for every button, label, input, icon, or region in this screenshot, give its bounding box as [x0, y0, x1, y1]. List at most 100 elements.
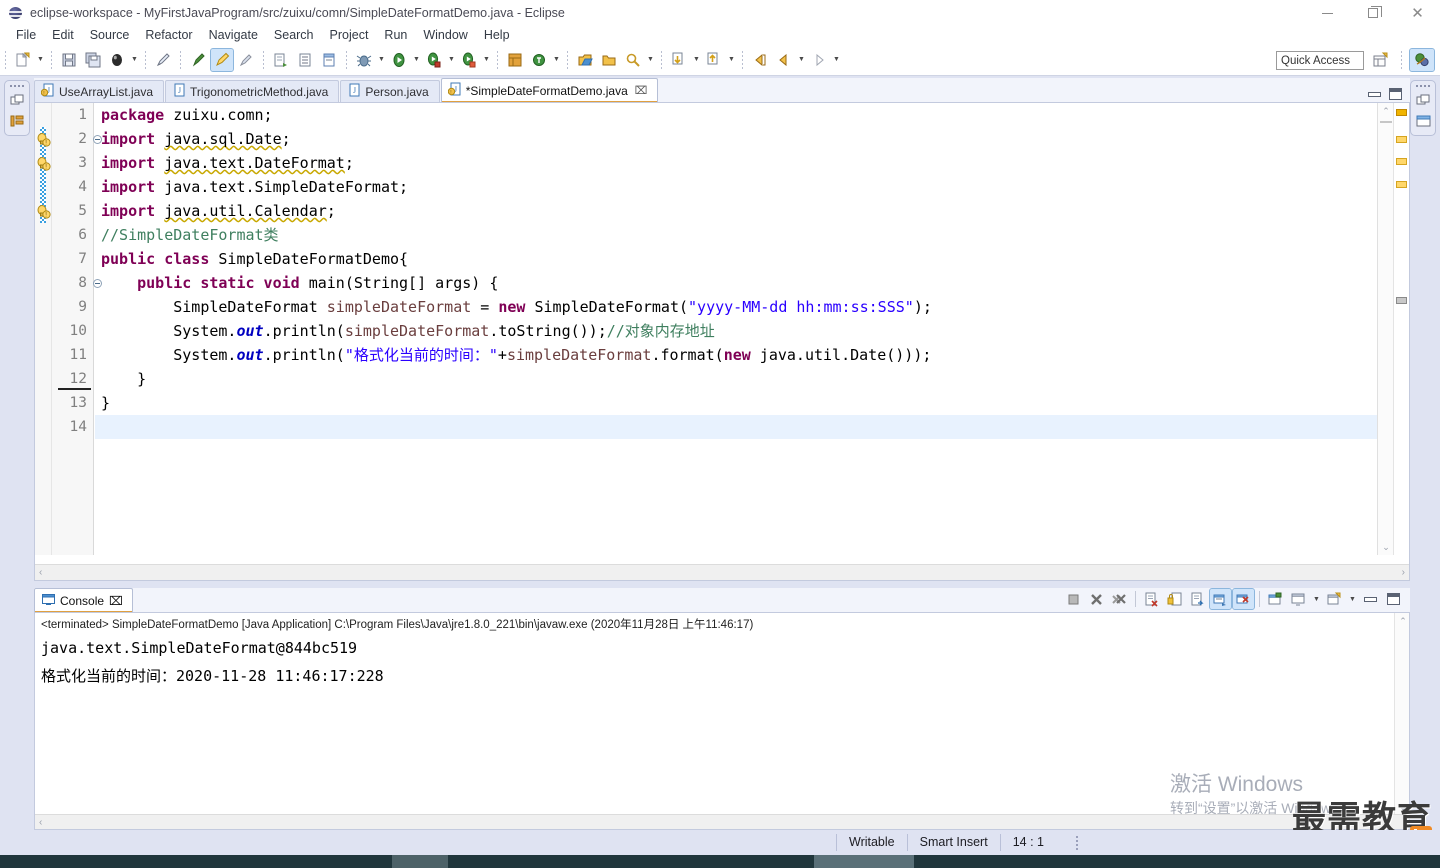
- new-wizard-dropdown-arrow[interactable]: ▼: [35, 49, 46, 71]
- debug-bug-dropdown-arrow[interactable]: ▼: [376, 49, 387, 71]
- quick-access-input[interactable]: Quick Access: [1276, 51, 1364, 70]
- menu-item-project[interactable]: Project: [322, 27, 377, 43]
- code-line[interactable]: SimpleDateFormat simpleDateFormat = new …: [95, 295, 1377, 319]
- taskbar-item-active[interactable]: [814, 855, 914, 868]
- search-icon[interactable]: [622, 49, 644, 71]
- drag-handle-dots-right[interactable]: [1416, 83, 1430, 88]
- console-hscroll-left-arrow[interactable]: ‹: [39, 817, 42, 828]
- show-console-on-error-icon[interactable]: [1232, 588, 1255, 610]
- hscroll-left-arrow[interactable]: ‹: [39, 567, 42, 578]
- editor-tab-trigonometricmethodjava[interactable]: J TrigonometricMethod.java: [165, 80, 340, 102]
- forward-nav-icon[interactable]: [808, 49, 830, 71]
- overview-marker-warning[interactable]: [1396, 136, 1407, 143]
- open-perspective-icon[interactable]: [1369, 49, 1393, 71]
- run-external-tools-dropdown-arrow[interactable]: ▼: [446, 49, 457, 71]
- close-icon[interactable]: ⌧: [109, 594, 123, 608]
- next-edit-icon[interactable]: [703, 49, 725, 71]
- code-line[interactable]: import java.text.SimpleDateFormat;: [95, 175, 1377, 199]
- clear-console-icon[interactable]: [1141, 589, 1162, 609]
- taskbar-item[interactable]: [392, 855, 448, 868]
- editor-scroll-thumb[interactable]: [1380, 121, 1392, 123]
- overview-ruler[interactable]: [1393, 103, 1409, 555]
- menu-item-search[interactable]: Search: [266, 27, 322, 43]
- console-vertical-scrollbar[interactable]: ⌃ ⌄: [1394, 613, 1409, 815]
- editor-tab-simpledateformatdemojava[interactable]: J! *SimpleDateFormatDemo.java ⌧: [440, 78, 659, 102]
- skip-all-breakpoints-icon[interactable]: [235, 49, 257, 71]
- open-perspective-icon[interactable]: [574, 49, 596, 71]
- code-line[interactable]: }: [95, 367, 1377, 391]
- overview-marker-warning[interactable]: [1396, 109, 1407, 116]
- overview-marker-cursor[interactable]: [1396, 297, 1407, 304]
- scroll-lock-icon[interactable]: [1164, 589, 1185, 609]
- code-line[interactable]: }: [95, 391, 1377, 415]
- menu-item-refactor[interactable]: Refactor: [137, 27, 200, 43]
- print-icon[interactable]: [106, 49, 128, 71]
- menu-item-edit[interactable]: Edit: [44, 27, 82, 43]
- tab-console[interactable]: Console ⌧: [34, 588, 133, 612]
- open-task-icon[interactable]: [318, 49, 340, 71]
- next-edit-dropdown-arrow[interactable]: ▼: [726, 49, 737, 71]
- annotation-ruler[interactable]: !!!: [35, 103, 52, 555]
- code-line[interactable]: public class SimpleDateFormatDemo{: [95, 247, 1377, 271]
- code-line[interactable]: import java.util.Calendar;: [95, 199, 1377, 223]
- remove-all-terminated-icon[interactable]: [1109, 589, 1130, 609]
- warning-marker-icon[interactable]: !: [36, 132, 51, 147]
- display-selected-console-icon[interactable]: [1288, 589, 1309, 609]
- code-text-area[interactable]: package zuixu.comn; import java.sql.Date;…: [95, 103, 1377, 555]
- warning-marker-icon[interactable]: !: [36, 156, 51, 171]
- show-console-on-output-icon[interactable]: [1209, 588, 1232, 610]
- console-scroll-up-arrow[interactable]: ⌃: [1395, 613, 1411, 629]
- package-explorer-icon[interactable]: [8, 112, 26, 130]
- undo-pen-icon[interactable]: [152, 49, 174, 71]
- word-wrap-icon[interactable]: [1187, 589, 1208, 609]
- forward-dropdown-arrow[interactable]: ▼: [796, 49, 807, 71]
- debug-bug-icon[interactable]: [353, 49, 375, 71]
- code-line[interactable]: import java.sql.Date;: [95, 127, 1377, 151]
- minimize-editor-button[interactable]: [1368, 91, 1381, 97]
- print-dropdown-arrow[interactable]: ▼: [129, 49, 140, 71]
- status-resize-handle[interactable]: [1072, 835, 1082, 850]
- code-line[interactable]: [95, 415, 1377, 439]
- back-icon[interactable]: [749, 49, 771, 71]
- scroll-down-arrow[interactable]: ⌄: [1378, 539, 1394, 555]
- menu-item-file[interactable]: File: [8, 27, 44, 43]
- editor-body[interactable]: !!! 1 2 3 4 5 6 7 8 9 10 11 12 13 14 package zuixu.co…: [34, 102, 1410, 581]
- code-line[interactable]: System.out.println(simpleDateFormat.toSt…: [95, 319, 1377, 343]
- new-java-class-dropdown-arrow[interactable]: ▼: [551, 49, 562, 71]
- menu-item-run[interactable]: Run: [376, 27, 415, 43]
- next-annotation-icon[interactable]: [270, 49, 292, 71]
- forward-nav-dropdown-arrow[interactable]: ▼: [831, 49, 842, 71]
- run-coverage-icon[interactable]: [458, 49, 480, 71]
- save-icon[interactable]: [58, 49, 80, 71]
- console-body[interactable]: <terminated> SimpleDateFormatDemo [Java …: [34, 612, 1410, 830]
- save-all-icon[interactable]: [82, 49, 104, 71]
- new-java-class-icon[interactable]: [528, 49, 550, 71]
- maximize-editor-button[interactable]: [1389, 88, 1402, 100]
- close-icon[interactable]: ⌧: [635, 84, 648, 97]
- restore-view-icon-right[interactable]: [1414, 91, 1432, 109]
- menu-item-navigate[interactable]: Navigate: [201, 27, 266, 43]
- open-type-icon[interactable]: [294, 49, 316, 71]
- chevron-down-icon-2[interactable]: ▼: [1347, 588, 1358, 610]
- overview-marker-warning[interactable]: [1396, 181, 1407, 188]
- run-icon[interactable]: [388, 49, 410, 71]
- pencil-highlight-icon[interactable]: [210, 47, 234, 72]
- code-line[interactable]: import java.text.DateFormat;: [95, 151, 1377, 175]
- previous-edit-dropdown-arrow[interactable]: ▼: [691, 49, 702, 71]
- overview-marker-warning[interactable]: [1396, 158, 1407, 165]
- menu-item-source[interactable]: Source: [82, 27, 138, 43]
- code-line[interactable]: //SimpleDateFormat类: [95, 223, 1377, 247]
- restore-view-icon[interactable]: [8, 91, 26, 109]
- hscroll-right-arrow[interactable]: ›: [1402, 567, 1405, 578]
- code-line[interactable]: public static void main(String[] args) {: [95, 271, 1377, 295]
- drag-handle-dots[interactable]: [10, 83, 24, 88]
- run-external-tools-icon[interactable]: [423, 49, 445, 71]
- outline-view-icon[interactable]: [1414, 112, 1432, 130]
- java-perspective-icon[interactable]: [1409, 48, 1435, 72]
- pin-console-icon[interactable]: [1265, 589, 1286, 609]
- previous-edit-icon[interactable]: [668, 49, 690, 71]
- menu-item-help[interactable]: Help: [476, 27, 518, 43]
- toggle-mark-occurrences-icon[interactable]: [187, 49, 209, 71]
- scroll-up-arrow[interactable]: ⌃: [1378, 103, 1394, 119]
- chevron-down-icon[interactable]: ▼: [1311, 588, 1322, 610]
